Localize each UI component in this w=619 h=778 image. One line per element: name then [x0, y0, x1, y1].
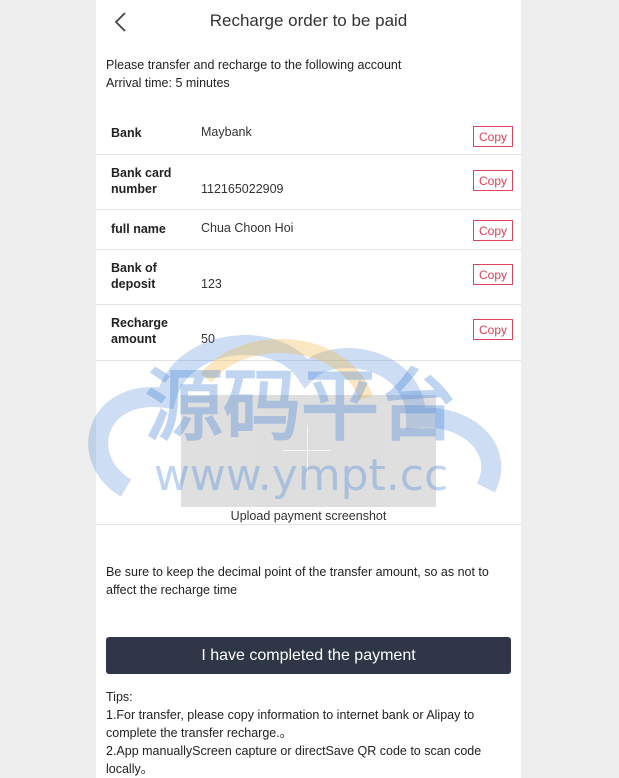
row-label: Bank of deposit — [111, 261, 157, 291]
row-recharge-amount: Recharge amount 50 Copy — [96, 305, 521, 361]
intro-text: Please transfer and recharge to the foll… — [96, 44, 521, 92]
copy-full-name-button[interactable]: Copy — [473, 220, 513, 241]
row-value: 123 — [201, 277, 222, 291]
account-details: Bank Maybank Copy Bank card number 11216… — [96, 110, 521, 361]
intro-line-2: Arrival time: 5 minutes — [106, 76, 230, 90]
completed-payment-button[interactable]: I have completed the payment — [106, 637, 511, 674]
tips-line-1: 1.For transfer, please copy information … — [106, 708, 475, 740]
tips-title: Tips: — [106, 690, 133, 704]
page: Recharge order to be paid Please transfe… — [96, 0, 521, 778]
copy-card-number-button[interactable]: Copy — [473, 170, 513, 191]
copy-bank-button[interactable]: Copy — [473, 126, 513, 147]
row-bank: Bank Maybank Copy — [96, 110, 521, 155]
row-bank-of-deposit: Bank of deposit 123 Copy — [96, 250, 521, 305]
intro-line-1: Please transfer and recharge to the foll… — [106, 58, 402, 72]
row-label: full name — [111, 222, 166, 236]
tips: Tips: 1.For transfer, please copy inform… — [96, 674, 521, 778]
upload-label: Upload payment screenshot — [230, 509, 387, 523]
header: Recharge order to be paid — [96, 0, 521, 44]
row-value: Maybank — [201, 125, 252, 139]
row-label: Bank — [111, 126, 142, 140]
upload-screenshot-button[interactable] — [181, 395, 436, 507]
row-value: Chua Choon Hoi — [201, 221, 294, 235]
row-value: 112165022909 — [201, 182, 284, 196]
row-full-name: full name Chua Choon Hoi Copy — [96, 210, 521, 250]
tips-line-2: 2.App manuallyScreen capture or directSa… — [106, 744, 482, 776]
decimal-notice: Be sure to keep the decimal point of the… — [106, 565, 489, 597]
upload-section: Upload payment screenshot — [96, 361, 521, 525]
page-title: Recharge order to be paid — [209, 11, 408, 30]
row-bank-card-number: Bank card number 112165022909 Copy — [96, 155, 521, 210]
copy-bank-of-deposit-button[interactable]: Copy — [473, 264, 513, 285]
row-label: Bank card number — [111, 166, 172, 196]
row-label: Recharge amount — [111, 316, 168, 346]
copy-recharge-amount-button[interactable]: Copy — [473, 319, 513, 340]
plus-icon-bar — [283, 450, 331, 451]
row-value: 50 — [201, 332, 215, 346]
